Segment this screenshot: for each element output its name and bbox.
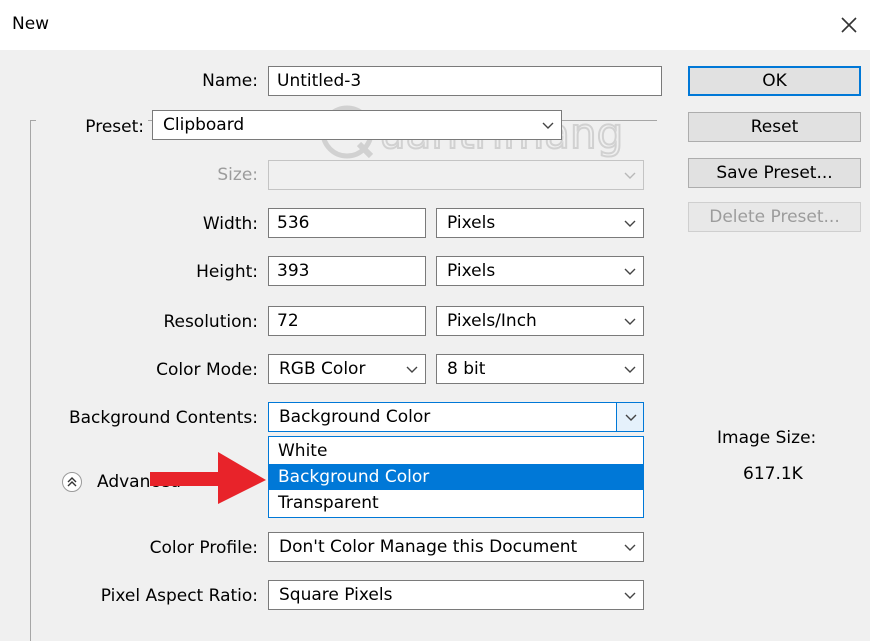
background-contents-select[interactable]: Background Color — [268, 402, 644, 432]
name-input[interactable]: Untitled-3 — [268, 66, 662, 96]
size-select — [268, 160, 644, 190]
pixel-aspect-ratio-label: Pixel Aspect Ratio: — [100, 586, 258, 606]
resolution-input[interactable]: 72 — [268, 306, 426, 336]
delete-preset-button: Delete Preset... — [688, 202, 861, 232]
height-input[interactable]: 393 — [268, 256, 426, 286]
background-contents-dropdown: White Background Color Transparent — [268, 436, 644, 518]
window-title: New — [12, 14, 50, 34]
collapse-advanced-icon[interactable] — [62, 472, 82, 492]
width-label: Width: — [202, 214, 258, 234]
width-unit-value: Pixels — [447, 213, 496, 233]
red-arrow-icon — [150, 452, 266, 504]
resolution-label: Resolution: — [163, 312, 258, 332]
reset-button[interactable]: Reset — [688, 112, 861, 142]
save-preset-button[interactable]: Save Preset... — [688, 158, 861, 188]
chevron-down-icon — [624, 592, 636, 599]
dropdown-option-white[interactable]: White — [269, 438, 643, 464]
bit-depth-select[interactable]: 8 bit — [436, 354, 644, 384]
dropdown-option-transparent[interactable]: Transparent — [269, 490, 643, 516]
chevron-down-icon — [542, 122, 554, 129]
chevron-down-icon — [625, 414, 637, 421]
pixel-aspect-ratio-select[interactable]: Square Pixels — [268, 580, 644, 610]
preset-label: Preset: — [85, 117, 144, 137]
chevron-down-icon — [624, 318, 636, 325]
dropdown-option-background-color[interactable]: Background Color — [269, 464, 643, 490]
color-mode-select[interactable]: RGB Color — [268, 354, 426, 384]
color-profile-value: Don't Color Manage this Document — [279, 537, 578, 557]
width-input[interactable]: 536 — [268, 208, 426, 238]
color-profile-label: Color Profile: — [149, 538, 258, 558]
chevron-down-icon — [624, 366, 636, 373]
background-contents-label: Background Contents: — [68, 408, 258, 428]
bit-depth-value: 8 bit — [447, 359, 486, 379]
resolution-unit-value: Pixels/Inch — [447, 311, 537, 331]
image-size-label: Image Size: — [717, 428, 817, 448]
chevron-down-icon — [406, 366, 418, 373]
size-label: Size: — [217, 165, 258, 185]
width-unit-select[interactable]: Pixels — [436, 208, 644, 238]
height-label: Height: — [196, 262, 258, 282]
resolution-unit-select[interactable]: Pixels/Inch — [436, 306, 644, 336]
chevron-down-icon — [624, 544, 636, 551]
height-unit-select[interactable]: Pixels — [436, 256, 644, 286]
preset-value: Clipboard — [163, 115, 245, 135]
chevron-down-icon — [624, 172, 636, 179]
ok-button[interactable]: OK — [688, 66, 861, 96]
chevron-down-icon — [624, 268, 636, 275]
title-bar: New — [0, 0, 870, 50]
color-mode-value: RGB Color — [279, 359, 366, 379]
color-mode-label: Color Mode: — [156, 360, 258, 380]
new-document-dialog: New uantrimang Name: Untitled-3 Preset: … — [0, 0, 870, 641]
color-profile-select[interactable]: Don't Color Manage this Document — [268, 532, 644, 562]
background-contents-value: Background Color — [279, 407, 431, 427]
name-label: Name: — [202, 71, 258, 91]
pixel-aspect-ratio-value: Square Pixels — [279, 585, 393, 605]
preset-select[interactable]: Clipboard — [152, 110, 562, 140]
chevron-down-icon — [624, 220, 636, 227]
image-size-value: 617.1K — [743, 464, 803, 484]
height-unit-value: Pixels — [447, 261, 496, 281]
close-icon[interactable] — [834, 10, 864, 40]
